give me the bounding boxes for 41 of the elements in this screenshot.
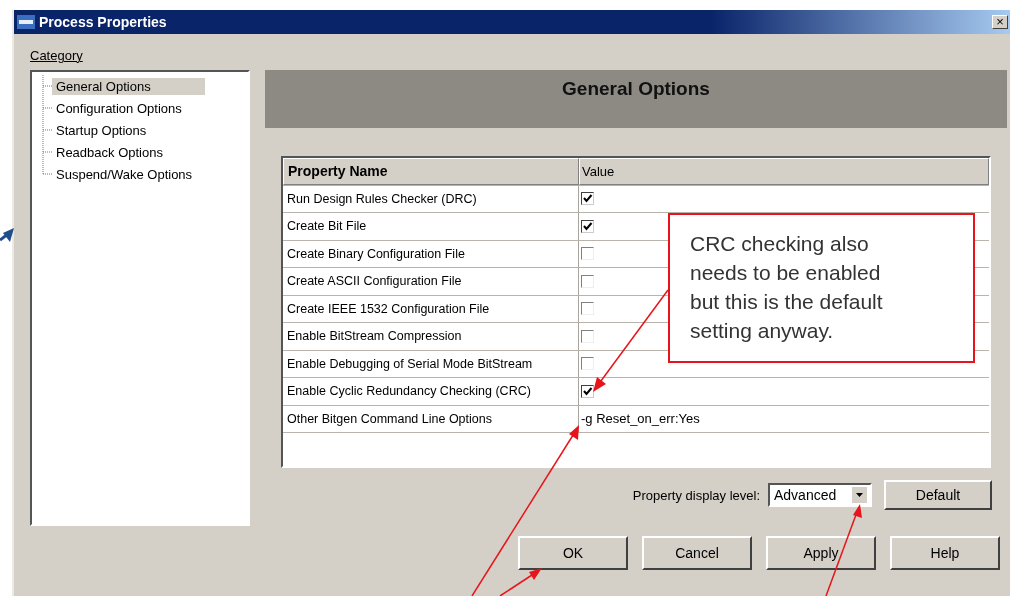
tree-item[interactable]: Suspend/Wake Options (52, 165, 197, 183)
property-name-cell: Create IEEE 1532 Configuration File (283, 295, 579, 322)
callout-note: CRC checking also needs to be enabled but this is the default setting anyway. (668, 213, 975, 363)
annotation-arrow (0, 228, 14, 242)
close-button[interactable]: × (992, 15, 1008, 29)
value-checkbox[interactable] (581, 247, 594, 261)
tree-item[interactable]: Configuration Options (52, 99, 186, 117)
property-name-cell: Create Binary Configuration File (283, 240, 579, 267)
value-checkbox[interactable] (581, 274, 594, 288)
tree-item[interactable]: Startup Options (52, 121, 151, 139)
tree-connector (40, 119, 52, 141)
property-name-cell: Enable Debugging of Serial Mode BitStream (283, 350, 579, 377)
property-name-cell: Create Bit File (283, 213, 579, 240)
value-checkbox[interactable] (581, 302, 594, 316)
default-button[interactable]: Default (884, 480, 992, 510)
window-title: Process Properties (39, 14, 168, 30)
display-level-label: Property display level: (632, 487, 760, 503)
dialog-button[interactable]: OK (518, 536, 628, 570)
property-name-cell: Create ASCII Configuration File (283, 268, 579, 295)
value-checkbox[interactable] (581, 384, 594, 398)
column-header[interactable]: Property Name (283, 158, 579, 185)
tree-connector (40, 75, 52, 97)
value-field[interactable]: -g Reset_on_err:Yes (581, 411, 700, 427)
value-checkbox[interactable] (581, 357, 594, 371)
tree-item[interactable]: Readback Options (52, 143, 167, 161)
display-level-dropdown[interactable]: Advanced (768, 483, 872, 507)
property-name-cell: Enable Cyclic Redundancy Checking (CRC) (283, 378, 579, 405)
value-checkbox[interactable] (581, 219, 594, 233)
dialog-button[interactable]: Apply (766, 536, 876, 570)
tree-item[interactable]: General Options (52, 77, 205, 95)
app-icon (17, 15, 35, 29)
value-checkbox[interactable] (581, 192, 594, 206)
value-checkbox[interactable] (581, 329, 594, 343)
category-label: Category (30, 48, 84, 65)
panel-title: General Options (562, 78, 710, 101)
column-header[interactable]: Value (579, 158, 989, 185)
dialog-button[interactable]: Cancel (642, 536, 752, 570)
property-name-cell: Run Design Rules Checker (DRC) (283, 185, 579, 212)
tree-connector (40, 97, 52, 119)
dialog-button[interactable]: Help (890, 536, 1000, 570)
property-name-cell: Enable BitStream Compression (283, 323, 579, 350)
